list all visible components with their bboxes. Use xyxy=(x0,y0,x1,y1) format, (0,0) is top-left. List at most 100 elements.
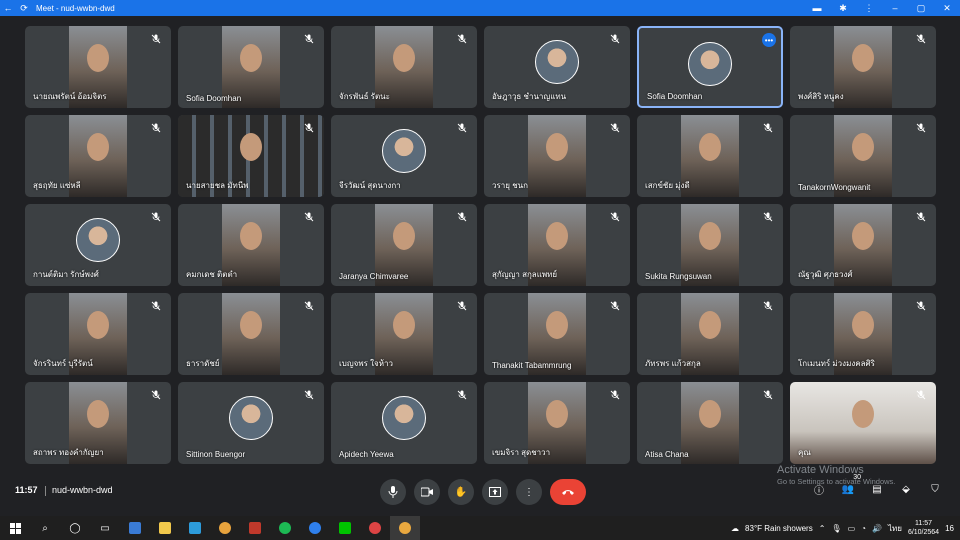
task-view-icon[interactable]: ◯ xyxy=(60,516,90,540)
participant-face xyxy=(239,222,262,251)
participant-name: คมกเดช ติตตำ xyxy=(186,270,238,279)
chrome-icon-2[interactable] xyxy=(360,516,390,540)
participant-face xyxy=(86,311,109,340)
line-icon[interactable] xyxy=(330,516,360,540)
language-indicator[interactable]: ไทย xyxy=(888,522,902,535)
participant-name: สถาพร ทองคำกัญยา xyxy=(33,448,104,457)
participant-face xyxy=(86,400,109,429)
participant-tile[interactable]: สุธฤทัย แซ่หลี xyxy=(25,115,171,197)
participant-tile[interactable]: ณัฐวุฒิ ศุภธวงศ์ xyxy=(790,204,936,286)
participant-tile[interactable]: คมกเดช ติตตำ xyxy=(178,204,324,286)
present-screen-icon xyxy=(489,487,501,497)
mail-icon[interactable] xyxy=(180,516,210,540)
extensions-icon[interactable]: ✱ xyxy=(830,0,856,16)
participant-tile[interactable]: Sittinon Buengor xyxy=(178,382,324,464)
participant-tile[interactable]: TanakornWongwanit xyxy=(790,115,936,197)
participant-tile[interactable]: ••• Sofia Doomhan xyxy=(637,26,783,108)
participant-tile[interactable]: โกเมนทร์ ม่วงมงคลศิริ xyxy=(790,293,936,375)
more-vert-icon: ⋮ xyxy=(524,486,534,498)
close-button[interactable]: ✕ xyxy=(934,0,960,16)
participant-video xyxy=(680,382,740,464)
clock[interactable]: 11:57 6/10/2564 xyxy=(908,519,939,537)
more-options-icon[interactable]: ••• xyxy=(762,33,776,47)
participant-face xyxy=(851,44,874,73)
mic-off-icon xyxy=(303,211,315,223)
meet-app-icon[interactable] xyxy=(390,516,420,540)
participant-tile[interactable]: Jaranya Chimvaree xyxy=(331,204,477,286)
participant-tile[interactable]: นายสายชล มัทนีพ xyxy=(178,115,324,197)
participant-tile[interactable]: จีรวัฒน์ สุดนางกา xyxy=(331,115,477,197)
participant-name: Sukita Rungsuwan xyxy=(645,272,712,281)
microphone-button[interactable] xyxy=(380,479,406,505)
participant-name: โกเมนทร์ ม่วงมงคลศิริ xyxy=(798,359,875,368)
present-button[interactable] xyxy=(482,479,508,505)
participant-face xyxy=(392,222,415,251)
participant-face xyxy=(698,400,721,429)
mic-off-icon xyxy=(303,300,315,312)
participant-tile[interactable]: พงศ์สิริ หนูคง xyxy=(790,26,936,108)
mic-off-icon xyxy=(456,211,468,223)
maximize-button[interactable]: ▢ xyxy=(908,0,934,16)
host-controls-button[interactable]: ⛉ xyxy=(926,480,944,498)
spotify-icon[interactable] xyxy=(270,516,300,540)
participant-name: Sofia Doomhan xyxy=(186,94,242,103)
avatar xyxy=(382,129,426,173)
watermark-title: Activate Windows xyxy=(777,464,864,476)
search-icon[interactable]: ⌕ xyxy=(30,516,60,540)
cast-icon[interactable]: ▬ xyxy=(804,0,830,16)
participant-tile[interactable]: สถาพร ทองคำกัญยา xyxy=(25,382,171,464)
participant-tile[interactable]: กานต์ติมา รักษ์พงศ์ xyxy=(25,204,171,286)
battery-icon: ▭ xyxy=(847,523,856,533)
avatar xyxy=(688,42,732,86)
participant-tile[interactable]: เสกข์ชัย มุ่งดี xyxy=(637,115,783,197)
back-icon[interactable]: ← xyxy=(0,0,16,16)
participant-video xyxy=(527,115,587,197)
participant-grid: นายณพรัตน์ อ้อมจิตร Sofia Doomhan จักรพันธ… xyxy=(25,26,937,466)
leave-call-button[interactable] xyxy=(550,479,586,505)
chrome-icon[interactable] xyxy=(210,516,240,540)
participant-tile[interactable]: Thanakit Tabammrung xyxy=(484,293,630,375)
participant-tile[interactable]: Sofia Doomhan xyxy=(178,26,324,108)
camera-button[interactable] xyxy=(414,479,440,505)
participant-tile[interactable]: สุกัญญา สกุลแพทย์ xyxy=(484,204,630,286)
participant-tile[interactable]: ธาราดัชย์ xyxy=(178,293,324,375)
participant-tile[interactable]: เบญจพร ใจห้าว xyxy=(331,293,477,375)
mic-off-icon xyxy=(150,300,162,312)
participant-tile[interactable]: จักรพันธ์ รัตนะ xyxy=(331,26,477,108)
more-options-button[interactable]: ⋮ xyxy=(516,479,542,505)
file-explorer-icon[interactable] xyxy=(150,516,180,540)
participant-tile[interactable]: อัษฎาวุธ ชำนาญแทน xyxy=(484,26,630,108)
mic-off-icon xyxy=(915,33,927,45)
mic-off-icon xyxy=(609,300,621,312)
participant-tile[interactable]: Atisa Chana xyxy=(637,382,783,464)
weather-text[interactable]: 83°F Rain showers xyxy=(745,524,813,533)
reload-icon[interactable]: ⟳ xyxy=(16,0,32,16)
participant-name: Apidech Yeewa xyxy=(339,450,394,459)
participant-tile[interactable]: คุณ xyxy=(790,382,936,464)
mic-off-icon xyxy=(150,211,162,223)
raise-hand-button[interactable]: ✋ xyxy=(448,479,474,505)
participant-tile[interactable]: จักรรินทร์ บุรีรัตน์ xyxy=(25,293,171,375)
participant-tile[interactable]: เขมจิรา สุดชาวา xyxy=(484,382,630,464)
participant-tile[interactable]: ภัทรพร แก้วสกุล xyxy=(637,293,783,375)
participant-face xyxy=(239,44,262,73)
menu-icon[interactable]: ⋮ xyxy=(856,0,882,16)
minimize-button[interactable]: – xyxy=(882,0,908,16)
start-icon[interactable] xyxy=(0,516,30,540)
chevron-up-icon[interactable]: ⌃ xyxy=(819,524,826,533)
edge-icon[interactable] xyxy=(300,516,330,540)
participant-tile[interactable]: Sukita Rungsuwan xyxy=(637,204,783,286)
participant-name: ธาราดัชย์ xyxy=(186,359,220,368)
multitask-icon[interactable]: ▭ xyxy=(90,516,120,540)
app-icon-1[interactable] xyxy=(120,516,150,540)
wifi-icon: ◔ xyxy=(861,523,866,533)
participant-tile[interactable]: วรายุ ชนก xyxy=(484,115,630,197)
notification-count[interactable]: 16 xyxy=(945,524,954,533)
participant-tile[interactable]: Apidech Yeewa xyxy=(331,382,477,464)
participant-tile[interactable]: นายณพรัตน์ อ้อมจิตร xyxy=(25,26,171,108)
participant-name: พงศ์สิริ หนูคง xyxy=(798,92,844,101)
app-icon-2[interactable] xyxy=(240,516,270,540)
activities-button[interactable]: ⬙ xyxy=(897,480,915,498)
participant-face xyxy=(545,311,568,340)
divider xyxy=(45,486,46,496)
